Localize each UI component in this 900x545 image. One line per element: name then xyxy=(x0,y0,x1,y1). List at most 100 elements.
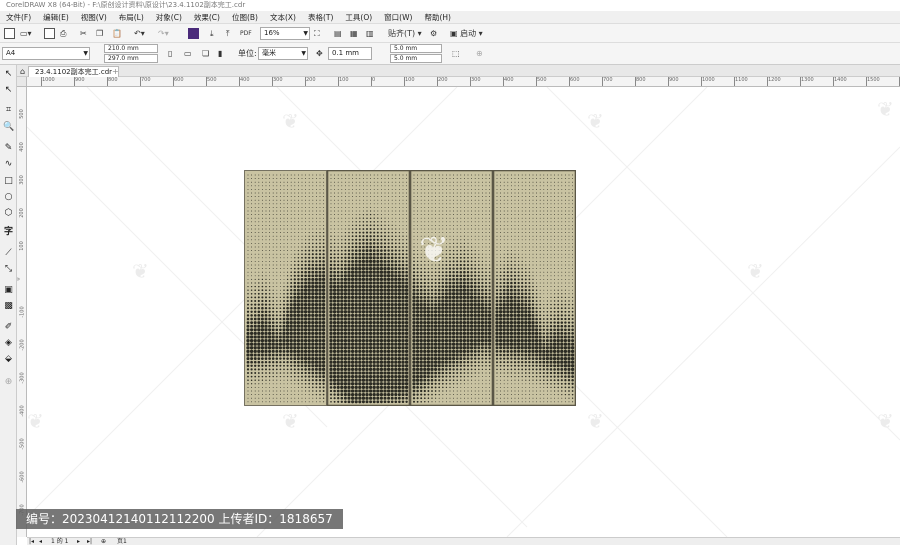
horizontal-ruler[interactable]: 1000 900 800 700 600 500 400 300 200 100 0 100 200 30… xyxy=(27,77,900,87)
menu-item-10[interactable]: 窗口(W) xyxy=(378,12,418,23)
snap-to-button[interactable]: 贴齐(T) ▾ xyxy=(388,27,422,40)
crop-tool-icon[interactable]: ⌗ xyxy=(3,105,14,116)
ruler-label: 1200 xyxy=(768,77,781,83)
import-icon[interactable]: ⤓ xyxy=(210,27,214,40)
ruler-tick xyxy=(734,77,735,86)
window-title: CorelDRAW X8 (64-Bit) - F:\原创设计资料\原设计\23… xyxy=(0,0,900,11)
duplicate-distance-x-field[interactable]: 5.0 mm xyxy=(390,44,442,53)
property-bar: A4 ▼ 210.0 mm 297.0 mm ▯ ▭ ❏ ▮ 单位: 毫米 ▼ ✥ … xyxy=(0,43,900,65)
shape-tool-icon[interactable]: ↖ xyxy=(3,85,14,96)
paste-icon[interactable]: 📋 xyxy=(112,27,122,40)
watermark-logo-icon: ❦ xyxy=(747,259,764,283)
undo-icon[interactable]: ↶▾ xyxy=(134,27,145,40)
units-label: 单位: xyxy=(238,49,257,58)
menu-item-5[interactable]: 效果(C) xyxy=(188,12,226,23)
menu-item-4[interactable]: 对象(C) xyxy=(150,12,188,23)
screen-panel[interactable] xyxy=(244,170,327,406)
treat-as-filled-icon[interactable]: ⬚ xyxy=(452,47,460,60)
ruler-tick xyxy=(338,77,339,86)
options-gear-icon[interactable]: ⚙ xyxy=(430,27,437,40)
search-content-icon[interactable] xyxy=(188,27,199,40)
watermark-logo-icon: ❦ xyxy=(419,230,450,271)
screen-panel[interactable] xyxy=(492,170,576,406)
next-page-icon[interactable]: ▸ xyxy=(77,538,80,545)
all-pages-icon[interactable]: ❏ xyxy=(202,47,209,60)
ruler-label: 1500 xyxy=(867,77,880,83)
ruler-label: 300 xyxy=(471,77,481,83)
pick-tool-icon[interactable]: ↖ xyxy=(3,69,14,80)
screen-panel[interactable] xyxy=(326,170,411,406)
page-height-field[interactable]: 297.0 mm xyxy=(104,54,158,63)
artistic-media-icon[interactable]: ∿ xyxy=(3,159,14,170)
smart-fill-icon[interactable]: ⬙ xyxy=(3,354,14,365)
drop-shadow-icon[interactable]: ▣ xyxy=(3,285,14,296)
parallel-dimension-icon[interactable]: ⟋ xyxy=(3,248,14,259)
transparency-icon[interactable]: ▩ xyxy=(3,301,14,312)
publish-pdf-icon[interactable]: PDF xyxy=(240,27,252,40)
print-icon[interactable]: ⎙ xyxy=(60,27,66,40)
current-page-icon[interactable]: ▮ xyxy=(218,47,222,60)
page-size-select[interactable]: A4 ▼ xyxy=(2,47,90,60)
perforated-screen-artwork[interactable] xyxy=(244,170,576,406)
menu-item-2[interactable]: 视图(V) xyxy=(75,12,113,23)
freehand-tool-icon[interactable]: ✎ xyxy=(3,143,14,154)
previous-page-icon[interactable]: ◂ xyxy=(39,538,42,545)
tab-page-1[interactable]: 页1 xyxy=(117,538,127,545)
redo-icon[interactable]: ↷▾ xyxy=(158,27,169,40)
interactive-fill-icon[interactable]: ◈ xyxy=(3,338,14,349)
first-page-icon[interactable]: |◂ xyxy=(29,538,34,545)
open-folder-icon[interactable]: ▭▾ xyxy=(20,27,32,40)
eyedropper-icon[interactable]: ✐ xyxy=(3,322,14,333)
text-tool-icon[interactable]: 字 xyxy=(3,227,14,238)
save-icon[interactable] xyxy=(44,27,55,40)
drawing-canvas[interactable]: ❦ ❦ ❦ ❦ ❦ ❦ ❦ ❦ ❦ ❦ xyxy=(27,87,900,537)
connector-tool-icon[interactable]: ⤡ xyxy=(3,264,14,275)
menu-bar: 文件(F) 编辑(E) 视图(V) 布局(L) 对象(C) 效果(C) 位图(B) 文本(X)… xyxy=(0,11,900,24)
new-tab-icon[interactable]: + xyxy=(112,65,119,77)
show-rulers-icon[interactable]: ▤ xyxy=(334,27,342,40)
ruler-label: -200 xyxy=(19,339,26,351)
ruler-label: 200 xyxy=(306,77,316,83)
menu-item-0[interactable]: 文件(F) xyxy=(0,12,37,23)
show-grid-icon[interactable]: ▦ xyxy=(350,27,358,40)
ruler-label: 600 xyxy=(174,77,184,83)
duplicate-distance-y-field[interactable]: 5.0 mm xyxy=(390,54,442,63)
polygon-tool-icon[interactable]: ⬡ xyxy=(3,208,14,219)
zoom-tool-icon[interactable]: 🔍 xyxy=(3,122,14,133)
menu-item-1[interactable]: 编辑(E) xyxy=(37,12,75,23)
ruler-origin[interactable] xyxy=(17,77,27,87)
ruler-label: 700 xyxy=(603,77,613,83)
menu-item-6[interactable]: 位图(B) xyxy=(226,12,264,23)
add-page-icon[interactable]: ⊕ xyxy=(101,538,106,545)
ruler-tick xyxy=(701,77,702,86)
portrait-icon[interactable]: ▯ xyxy=(168,47,172,60)
menu-item-3[interactable]: 布局(L) xyxy=(113,12,150,23)
page-counter: 1 的 1 xyxy=(51,538,69,545)
show-guidelines-icon[interactable]: ▥ xyxy=(366,27,374,40)
add-preset-icon[interactable]: ⊕ xyxy=(476,47,483,60)
ruler-tick xyxy=(503,77,504,86)
menu-item-11[interactable]: 帮助(H) xyxy=(418,12,457,23)
cut-icon[interactable]: ✂ xyxy=(80,27,87,40)
screen-panel[interactable] xyxy=(409,170,494,406)
zoom-level-field[interactable]: 16% ▼ xyxy=(260,27,310,40)
last-page-icon[interactable]: ▸| xyxy=(87,538,92,545)
nudge-distance-field[interactable]: 0.1 mm xyxy=(328,47,372,60)
page-width-field[interactable]: 210.0 mm xyxy=(104,44,158,53)
menu-item-9[interactable]: 工具(O) xyxy=(339,12,378,23)
export-icon[interactable]: ⤒ xyxy=(226,27,230,40)
add-tool-icon[interactable]: ⊕ xyxy=(3,377,14,388)
ellipse-tool-icon[interactable]: ○ xyxy=(3,192,14,203)
units-select[interactable]: 毫米 ▼ xyxy=(258,47,308,60)
rectangle-tool-icon[interactable]: □ xyxy=(3,176,14,187)
vertical-ruler[interactable]: 500 400 300 200 100 0 -100 -200 -300 -400 -500 -600… xyxy=(17,87,27,537)
new-document-icon[interactable] xyxy=(4,27,15,40)
application-launcher-button[interactable]: ▣ 启动 ▾ xyxy=(450,27,483,40)
landscape-icon[interactable]: ▭ xyxy=(184,47,192,60)
copy-icon[interactable]: ❐ xyxy=(96,27,103,40)
menu-item-8[interactable]: 表格(T) xyxy=(302,12,339,23)
menu-item-7[interactable]: 文本(X) xyxy=(264,12,302,23)
full-screen-icon[interactable]: ⛶ xyxy=(314,27,320,40)
home-icon[interactable]: ⌂ xyxy=(20,65,25,77)
toolbox: ↖ ↖ ⌗ 🔍 ✎ ∿ □ ○ ⬡ 字 ⟋ ⤡ ▣ ▩ ✐ ◈ ⬙ ⊕ xyxy=(0,65,17,545)
